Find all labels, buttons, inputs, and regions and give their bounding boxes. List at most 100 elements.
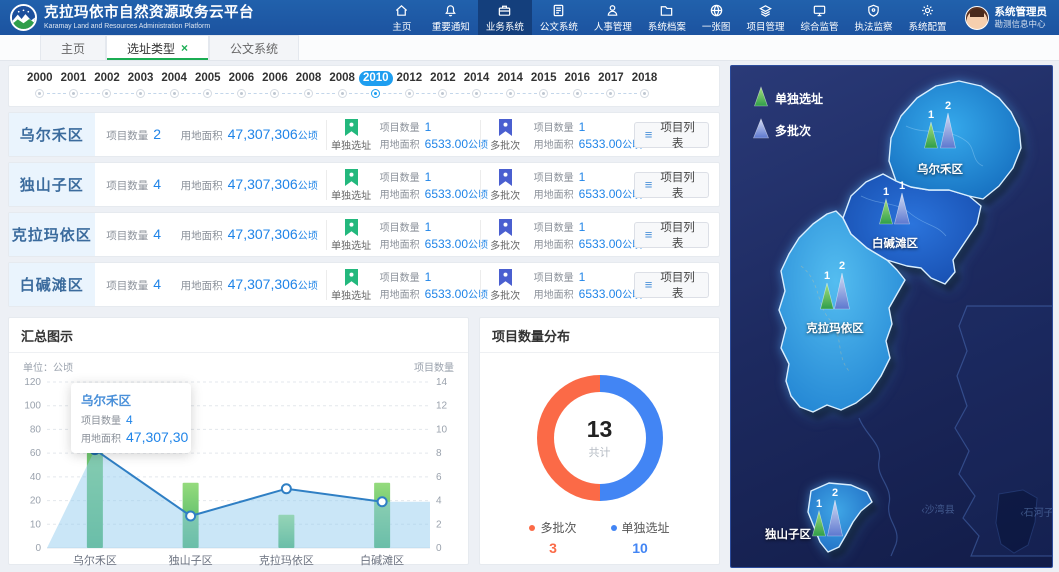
year-dot[interactable] <box>237 89 246 98</box>
year-dot[interactable] <box>438 89 447 98</box>
project-list-button[interactable]: ≡项目列表 <box>634 222 709 248</box>
nav-doc[interactable]: 公文系统 <box>532 0 586 35</box>
gear-icon <box>920 3 935 18</box>
year-label[interactable]: 2018 <box>628 71 662 86</box>
project-list-button[interactable]: ≡项目列表 <box>634 122 709 148</box>
year-2014[interactable]: 2014 <box>493 71 527 100</box>
year-dot[interactable] <box>136 89 145 98</box>
year-2016[interactable]: 2016 <box>561 71 595 100</box>
year-label[interactable]: 2000 <box>23 71 57 86</box>
single-site-marker-icon[interactable] <box>755 87 768 106</box>
year-2008[interactable]: 2008 <box>325 71 359 100</box>
tab-site-selection-type[interactable]: 选址类型 × <box>106 35 209 60</box>
year-label[interactable]: 2014 <box>460 71 494 86</box>
legend-single-site[interactable]: 单独选址 10 <box>611 519 670 556</box>
person-icon <box>605 3 620 18</box>
year-2003[interactable]: 2003 <box>124 71 158 100</box>
year-label[interactable]: 2015 <box>527 71 561 86</box>
year-2002[interactable]: 2002 <box>90 71 124 100</box>
single-site-badge: 单独选址 <box>327 117 376 152</box>
legend-multi-batch[interactable]: 多批次 3 <box>529 519 576 556</box>
year-label[interactable]: 2008 <box>292 71 326 86</box>
year-label[interactable]: 2012 <box>426 71 460 86</box>
nav-home[interactable]: 主页 <box>380 0 424 35</box>
bookmark-icon <box>499 219 512 236</box>
globe-icon <box>709 3 724 18</box>
year-2012[interactable]: 2012 <box>426 71 460 100</box>
close-icon[interactable]: × <box>181 42 188 54</box>
year-dot[interactable] <box>69 89 78 98</box>
year-2010[interactable]: 2010 <box>359 71 393 100</box>
region-uerhe[interactable] <box>889 81 1021 199</box>
line-point-白碱滩区[interactable] <box>378 497 387 506</box>
background-place-label: ‹沙湾县 <box>921 503 954 516</box>
year-label[interactable]: 2001 <box>57 71 91 86</box>
tab-document-system[interactable]: 公文系统 <box>209 35 299 60</box>
year-2017[interactable]: 2017 <box>594 71 628 100</box>
nav-label: 系统配置 <box>908 19 946 33</box>
nav-monitor[interactable]: 综合监管 <box>792 0 846 35</box>
year-2018[interactable]: 2018 <box>628 71 662 100</box>
year-label[interactable]: 2006 <box>258 71 292 86</box>
line-point-独山子区[interactable] <box>186 511 195 520</box>
nav-bell[interactable]: 重要通知 <box>424 0 478 35</box>
nav-folder[interactable]: 系统档案 <box>640 0 694 35</box>
multi-site-marker-icon[interactable] <box>754 119 769 138</box>
nav-gear[interactable]: 系统配置 <box>900 0 954 35</box>
nav-shield[interactable]: 执法监察 <box>846 0 900 35</box>
marker-count: 1 <box>816 498 822 510</box>
year-2005[interactable]: 2005 <box>191 71 225 100</box>
nav-briefcase[interactable]: 业务系统 <box>478 0 532 35</box>
nav-layers[interactable]: 项目管理 <box>738 0 792 35</box>
year-dot[interactable] <box>371 89 380 98</box>
year-dot[interactable] <box>304 89 313 98</box>
year-2008[interactable]: 2008 <box>292 71 326 100</box>
project-list-button[interactable]: ≡项目列表 <box>634 272 709 298</box>
line-point-克拉玛依区[interactable] <box>282 484 291 493</box>
year-dot[interactable] <box>573 89 582 98</box>
year-dot[interactable] <box>35 89 44 98</box>
year-dot[interactable] <box>539 89 548 98</box>
year-label[interactable]: 2003 <box>124 71 158 86</box>
nav-person[interactable]: 人事管理 <box>586 0 640 35</box>
single-area: 6533.00公顷 <box>425 186 488 201</box>
year-2004[interactable]: 2004 <box>157 71 191 100</box>
donut-total: 13 <box>587 416 613 443</box>
nav-globe[interactable]: 一张图 <box>694 0 739 35</box>
district-row: 乌尔禾区项目数量2用地面积47,307,306公顷单独选址项目数量1用地面积65… <box>8 112 720 157</box>
multi-area: 6533.00公顷 <box>579 186 642 201</box>
year-label[interactable]: 2012 <box>393 71 427 86</box>
user-profile[interactable]: 系统管理员 勘测信息中心 <box>955 0 1059 35</box>
year-dot[interactable] <box>270 89 279 98</box>
year-dot[interactable] <box>338 89 347 98</box>
year-2006[interactable]: 2006 <box>258 71 292 100</box>
year-2001[interactable]: 2001 <box>57 71 91 100</box>
year-2000[interactable]: 2000 <box>23 71 57 100</box>
project-list-button[interactable]: ≡项目列表 <box>634 172 709 198</box>
year-label[interactable]: 2010 <box>359 71 393 86</box>
tab-home[interactable]: 主页 <box>40 35 106 60</box>
year-dot[interactable] <box>472 89 481 98</box>
year-2015[interactable]: 2015 <box>527 71 561 100</box>
multi-count: 1 <box>579 170 586 184</box>
year-dot[interactable] <box>606 89 615 98</box>
year-label[interactable]: 2014 <box>493 71 527 86</box>
year-label[interactable]: 2017 <box>594 71 628 86</box>
year-dot[interactable] <box>102 89 111 98</box>
year-2006[interactable]: 2006 <box>225 71 259 100</box>
year-label[interactable]: 2016 <box>561 71 595 86</box>
year-dot[interactable] <box>640 89 649 98</box>
donut-chart[interactable]: 13 共计 <box>537 375 663 501</box>
year-dot[interactable] <box>506 89 515 98</box>
year-2014[interactable]: 2014 <box>460 71 494 100</box>
year-dot[interactable] <box>170 89 179 98</box>
year-dot[interactable] <box>203 89 212 98</box>
year-label[interactable]: 2002 <box>90 71 124 86</box>
year-label[interactable]: 2004 <box>157 71 191 86</box>
year-2012[interactable]: 2012 <box>393 71 427 100</box>
map-panel[interactable]: 单独选址多批次12乌尔禾区11白碱滩区12克拉玛依区12独山子区‹沙湾县‹石河子 <box>730 65 1053 568</box>
year-label[interactable]: 2008 <box>325 71 359 86</box>
year-label[interactable]: 2005 <box>191 71 225 86</box>
year-label[interactable]: 2006 <box>225 71 259 86</box>
year-dot[interactable] <box>405 89 414 98</box>
